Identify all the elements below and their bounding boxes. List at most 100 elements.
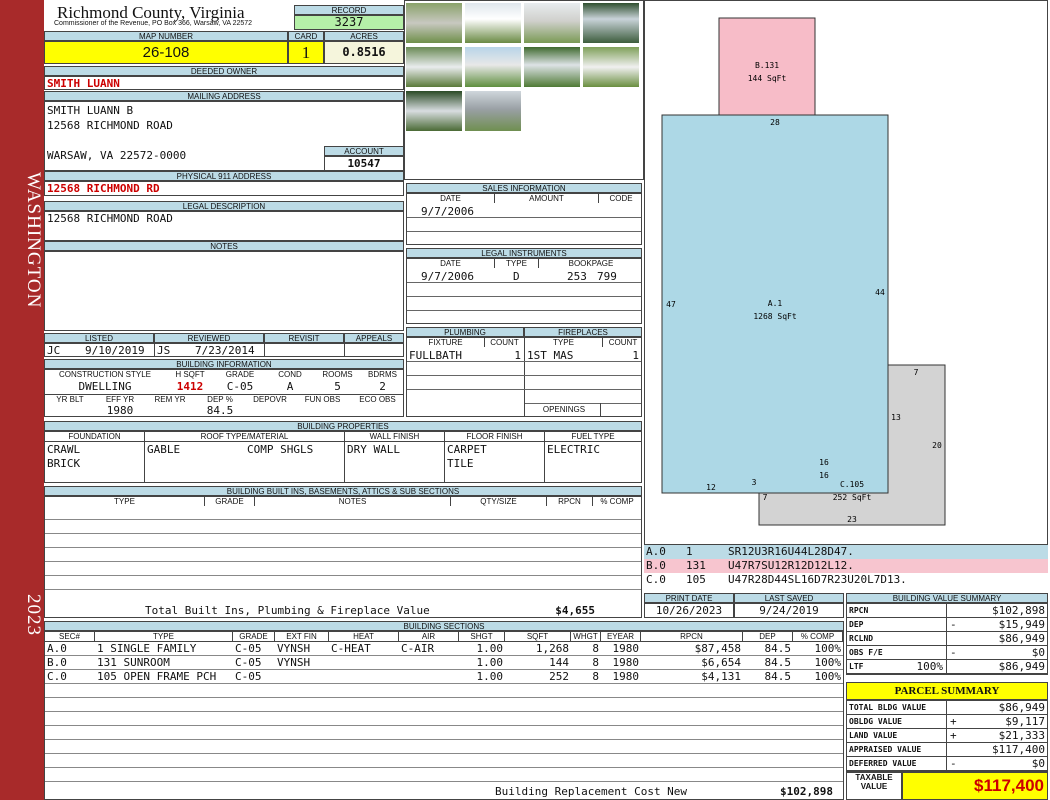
builtins-table: TYPE GRADE NOTES QTY/SIZE RPCN % COMP To…	[44, 496, 642, 618]
summary-sign: +	[950, 715, 957, 728]
building-sections-title: BUILDING SECTIONS	[44, 621, 844, 631]
section-cell-grade: C-05	[235, 670, 262, 683]
plumbing-fireplace-table: FIXTURE COUNT TYPE COUNT FULLBATH 1 1ST …	[406, 337, 642, 417]
record-label: RECORD	[294, 5, 404, 15]
summary-row: OBLDG VALUE + $9,117	[847, 715, 1047, 729]
sections-col-header: TYPE	[95, 632, 233, 641]
section-cell-comp: 100%	[814, 656, 842, 669]
section-cell-sqft: 252	[549, 670, 569, 683]
section-row: C.0 105 OPEN FRAME PCH C-05 1.00 252 8 1980 $4,…	[45, 670, 843, 684]
bvs-title: BUILDING VALUE SUMMARY	[846, 593, 1048, 603]
section-cell-shgt: 1.00	[476, 642, 504, 655]
sketch-code-row: B.0 131 U47R7SU12R12D12L12.	[644, 559, 1048, 573]
sketch-a-area: 1268 SqFt	[753, 312, 797, 321]
section-cell-comp: 100%	[814, 642, 842, 655]
summary-value: $0	[1031, 646, 1045, 659]
house-photo-10[interactable]	[464, 90, 522, 132]
print-date-value: 10/26/2023	[644, 603, 734, 618]
revisit-label: REVISIT	[264, 333, 344, 343]
summary-sign: -	[950, 618, 957, 631]
legal-instruments-title: LEGAL INSTRUMENTS	[406, 248, 642, 258]
sections-col-header: EYEAR	[601, 632, 641, 641]
summary-sign: +	[950, 729, 957, 742]
replacement-cost-label: Building Replacement Cost New	[495, 785, 688, 798]
replacement-cost-value: $102,898	[780, 785, 833, 798]
roof-material: COMP SHGLS	[247, 443, 314, 456]
section-cell-air: C-AIR	[401, 642, 435, 655]
map-number-value: 26-108	[44, 41, 288, 64]
house-photo-3[interactable]	[523, 2, 581, 44]
depreciation-pct: 84.5	[206, 404, 234, 417]
sketch-codes: A.0 1 SR12U3R16U44L28D47. B.0 131 U47R7S…	[644, 545, 1048, 589]
card-value: 1	[288, 41, 324, 64]
dim-label: 7	[763, 493, 768, 502]
sections-col-header: DEP	[743, 632, 793, 641]
appeals-label: APPEALS	[344, 333, 404, 343]
mailing-address-label: MAILING ADDRESS	[44, 91, 404, 101]
account-value: 10547	[324, 156, 404, 171]
condition: A	[286, 380, 294, 393]
roof-type: GABLE	[147, 443, 181, 456]
summary-label: LAND VALUE	[849, 731, 898, 740]
house-photo-8[interactable]	[582, 46, 640, 88]
openings-label: OPENINGS	[542, 405, 586, 414]
sketch-code-row: A.0 1 SR12U3R16U44L28D47.	[644, 545, 1048, 559]
sections-col-header: SHGT	[459, 632, 505, 641]
house-photo-5[interactable]	[405, 46, 463, 88]
house-photo-7[interactable]	[523, 46, 581, 88]
section-cell-sec: C.0	[47, 670, 67, 683]
section-cell-dep: 84.5	[764, 670, 792, 683]
dim-label: 44	[875, 288, 885, 297]
dim-label: 16	[819, 471, 829, 480]
wall-finish: DRY WALL	[347, 443, 400, 456]
section-cell-ext: VYNSH	[277, 656, 311, 669]
notes-box	[44, 251, 404, 331]
mailing-line-3: WARSAW, VA 22572-0000	[47, 149, 187, 162]
bedrooms: 2	[379, 380, 386, 393]
taxable-value-label: TAXABLE VALUE	[846, 772, 902, 800]
notes-label: NOTES	[44, 241, 404, 251]
dim-label: 12	[706, 483, 716, 492]
building-properties-title: BUILDING PROPERTIES	[44, 421, 642, 431]
section-cell-dep: 84.5	[764, 642, 792, 655]
side-label-year: 2023	[23, 594, 44, 636]
physical-address-label: PHYSICAL 911 ADDRESS	[44, 171, 404, 181]
summary-label: DEFERRED VALUE	[849, 759, 917, 768]
grade: C-05	[226, 380, 254, 393]
dim-label: 28	[770, 118, 780, 127]
section-cell-ext: VYNSH	[277, 642, 311, 655]
side-label-top: WASHINGTON	[23, 171, 44, 309]
section-cell-heat: C-HEAT	[331, 642, 371, 655]
fireplaces-title: FIREPLACES	[524, 327, 642, 337]
section-cell-sqft: 144	[549, 656, 569, 669]
sketch-a-label: A.1	[768, 299, 783, 308]
building-sections-table: SEC# TYPE GRADE EXT FIN HEAT AIR SHGT SQFT WHGT E…	[44, 631, 844, 800]
reviewed-date: 7/23/2014	[195, 344, 255, 357]
house-photo-4[interactable]	[582, 2, 640, 44]
floor-finish-2: TILE	[447, 457, 474, 470]
sections-col-header: SEC#	[45, 632, 95, 641]
mailing-line-1: SMITH LUANN B	[47, 104, 134, 117]
acres-label: ACRES	[324, 31, 404, 41]
mailing-line-2: 12568 RICHMOND ROAD	[47, 119, 173, 132]
house-photo-6[interactable]	[464, 46, 522, 88]
dim-label: 47	[666, 300, 676, 309]
section-cell-sec: B.0	[47, 656, 67, 669]
fuel-type: ELECTRIC	[547, 443, 600, 456]
house-photo-9[interactable]	[405, 90, 463, 132]
summary-value: $86,949	[998, 632, 1045, 645]
commissioner-line: Commissioner of the Revenue, PO Box 366,…	[54, 20, 253, 27]
summary-sign: -	[950, 757, 957, 770]
section-row: A.0 1 SINGLE FAMILY C-05 VYNSH C-HEAT C-AIR 1.…	[45, 642, 843, 656]
house-photo-2[interactable]	[464, 2, 522, 44]
sketch-area: B.131 144 SqFt A.1 1268 SqFt C.105 252 S…	[644, 0, 1048, 545]
sales-table: DATE AMOUNT CODE 9/7/2006	[406, 193, 642, 245]
physical-address-value: 12568 RICHMOND RD	[44, 181, 404, 196]
section-cell-grade: C-05	[235, 642, 262, 655]
section-cell-rpcn: $4,131	[701, 670, 741, 683]
rooms: 5	[334, 380, 341, 393]
house-photo-1[interactable]	[405, 2, 463, 44]
dim-label: 7	[914, 368, 919, 377]
acres-value: 0.8516	[324, 41, 404, 64]
summary-label: OBLDG VALUE	[849, 717, 902, 726]
